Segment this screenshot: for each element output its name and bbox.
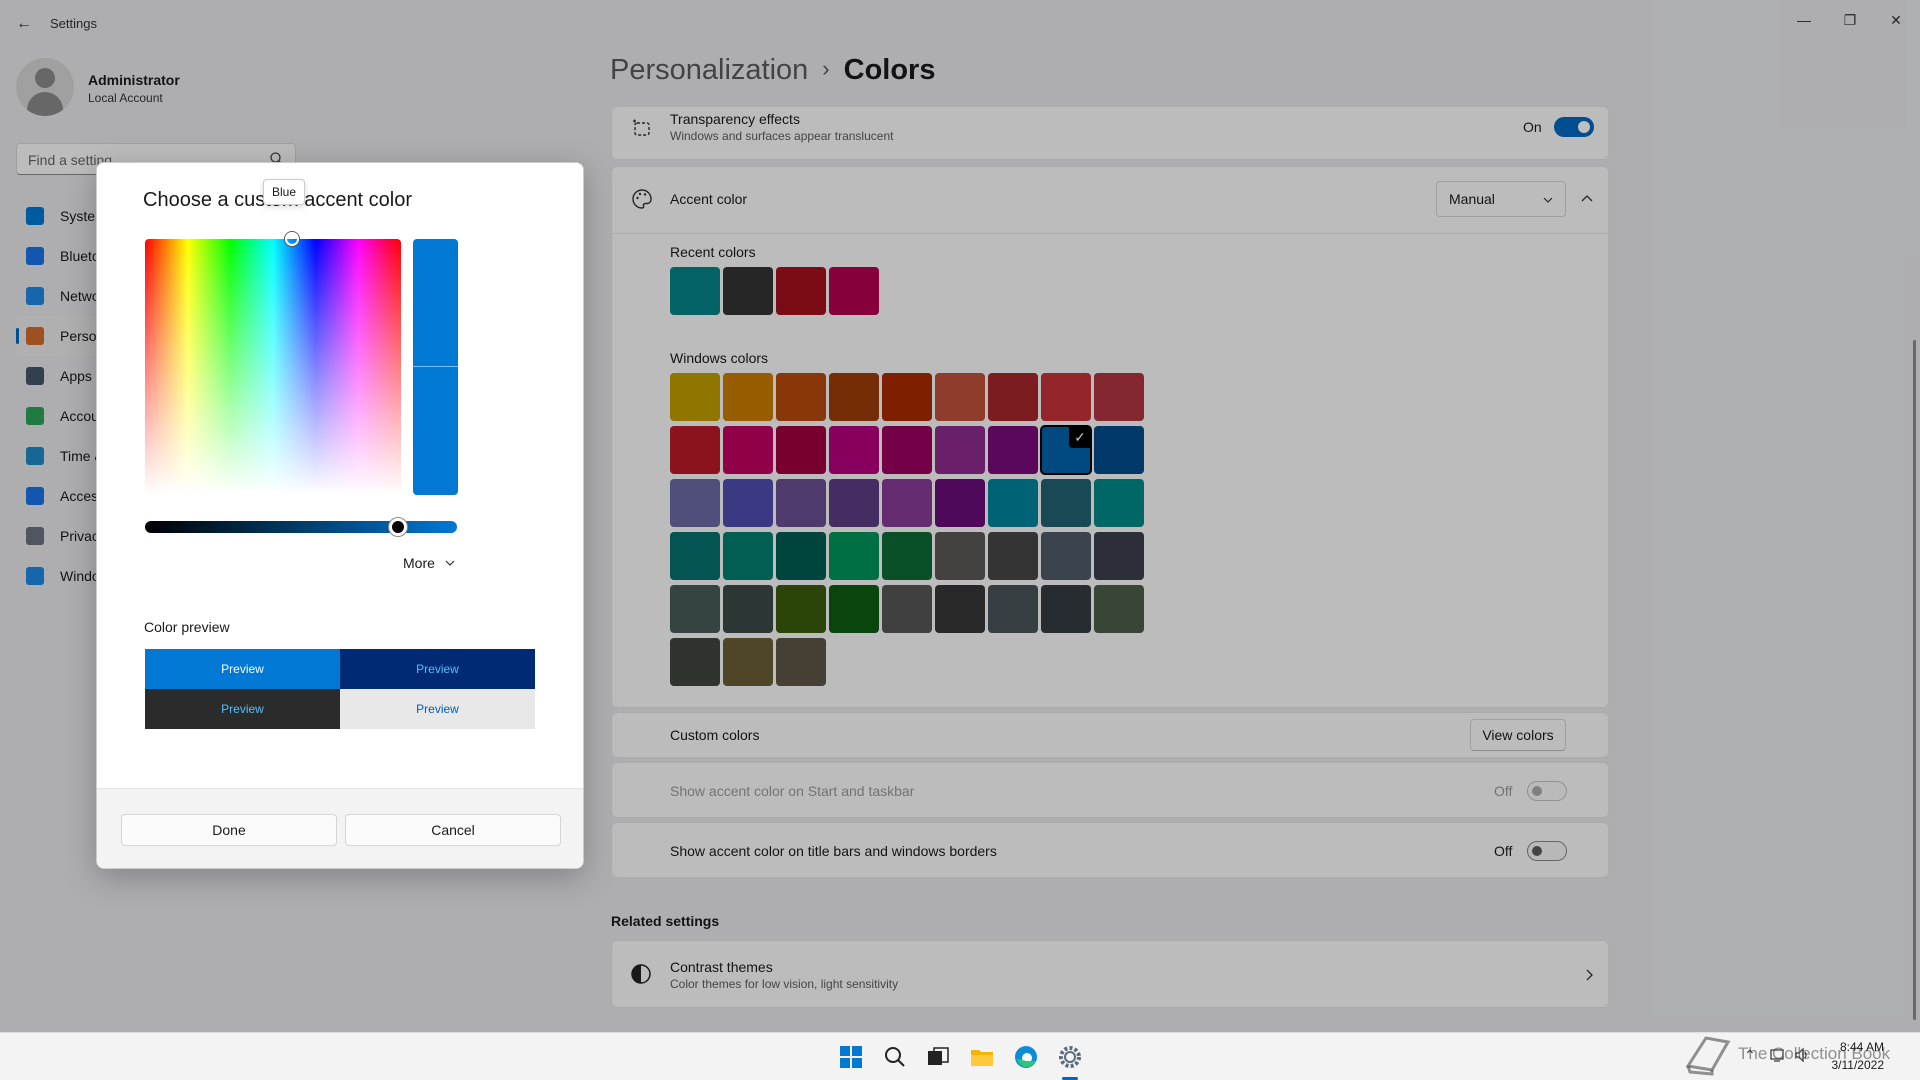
dialog-footer: Done Cancel bbox=[97, 788, 583, 868]
preview-light-accent: Preview bbox=[145, 649, 340, 689]
color-preview-label: Color preview bbox=[144, 619, 230, 635]
watermark: The Collection Book bbox=[1670, 1026, 1920, 1080]
value-slider[interactable] bbox=[145, 518, 457, 536]
chevron-down-icon bbox=[445, 560, 455, 566]
file-explorer-icon[interactable] bbox=[968, 1043, 996, 1071]
start-icon[interactable] bbox=[837, 1043, 865, 1071]
preview-dark-accent: Preview bbox=[340, 649, 535, 689]
watermark-text: The Collection Book bbox=[1738, 1044, 1891, 1063]
settings-gear-icon[interactable] bbox=[1056, 1043, 1084, 1071]
task-view-icon[interactable] bbox=[924, 1043, 952, 1071]
taskbar: ⌃ 8:44 AM 3/11/2022 bbox=[0, 1032, 1920, 1080]
cancel-button[interactable]: Cancel bbox=[345, 814, 561, 846]
book-icon bbox=[1685, 1036, 1731, 1076]
current-color-swatch bbox=[413, 239, 458, 495]
edge-icon[interactable] bbox=[1012, 1043, 1040, 1071]
swatch-divider bbox=[413, 366, 458, 367]
preview-dark-text: Preview bbox=[145, 689, 340, 729]
more-label: More bbox=[403, 555, 435, 571]
done-button[interactable]: Done bbox=[121, 814, 337, 846]
more-button[interactable]: More bbox=[403, 555, 455, 571]
custom-color-dialog: Choose a custom accent color Blue More C… bbox=[96, 162, 584, 869]
search-icon[interactable] bbox=[881, 1043, 909, 1071]
value-slider-thumb[interactable] bbox=[388, 518, 407, 536]
color-spectrum[interactable] bbox=[145, 232, 401, 495]
color-name-tooltip: Blue bbox=[263, 179, 306, 205]
preview-light-text: Preview bbox=[340, 689, 535, 729]
spectrum-thumb[interactable] bbox=[285, 232, 299, 246]
